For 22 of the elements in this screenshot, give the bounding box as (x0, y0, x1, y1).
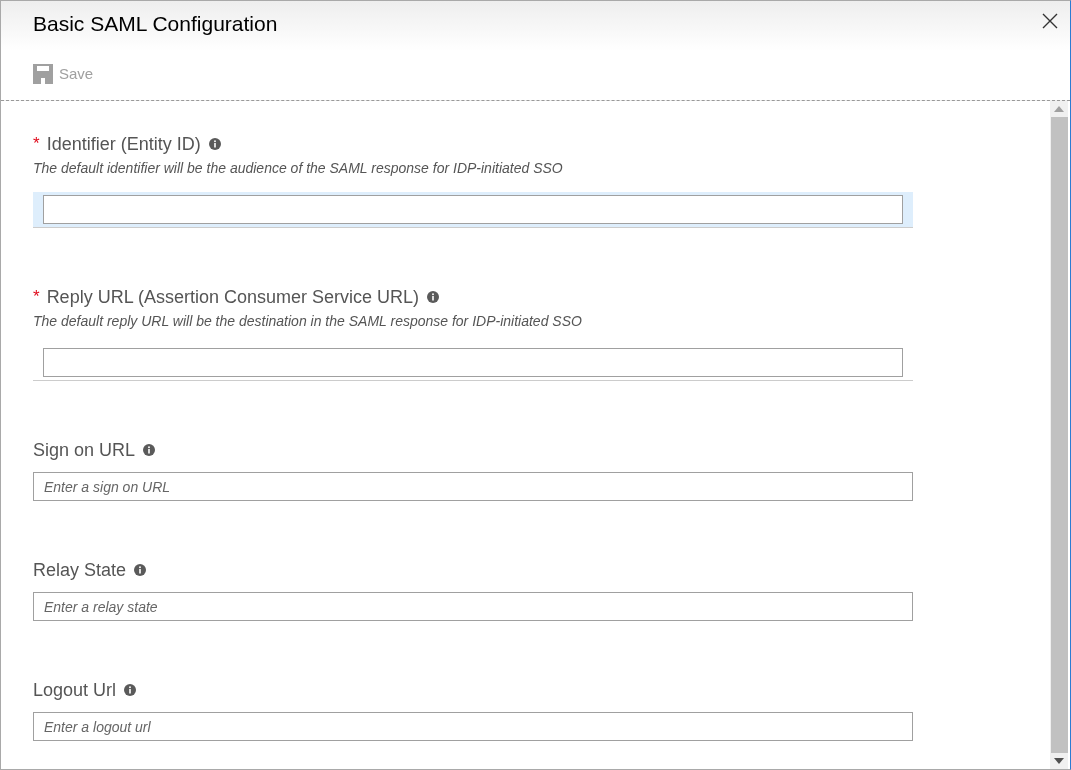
input-field[interactable]: Enter a logout url (33, 712, 913, 741)
scroll-down-icon[interactable] (1054, 758, 1064, 764)
input-field[interactable]: Enter a sign on URL (33, 472, 913, 501)
close-icon (1042, 13, 1058, 29)
info-icon[interactable] (143, 444, 156, 456)
info-icon[interactable] (124, 684, 137, 696)
field-label: Logout Url (33, 678, 117, 702)
info-icon[interactable] (208, 138, 221, 150)
save-icon (33, 63, 53, 84)
required-asterisk: * (33, 286, 40, 309)
input-field[interactable]: Enter a relay state (33, 592, 913, 621)
field-description: The default identifier will be the audience of the SAML response for IDP-initiated SSO (33, 159, 564, 178)
field-label: Reply URL (Assertion Consumer Service URL) (46, 285, 420, 309)
info-icon[interactable] (427, 291, 440, 303)
field-label: Sign on URL (33, 438, 136, 462)
field-label: Relay State (33, 558, 127, 582)
close-button[interactable] (1040, 11, 1060, 31)
required-asterisk: * (33, 133, 40, 156)
window-title: Basic SAML Configuration (33, 11, 279, 37)
field-label: Identifier (Entity ID) (46, 132, 201, 156)
info-icon[interactable] (134, 564, 147, 576)
field-description: The default reply URL will be the destination in the SAML response for IDP-initiated SSO (33, 312, 583, 331)
